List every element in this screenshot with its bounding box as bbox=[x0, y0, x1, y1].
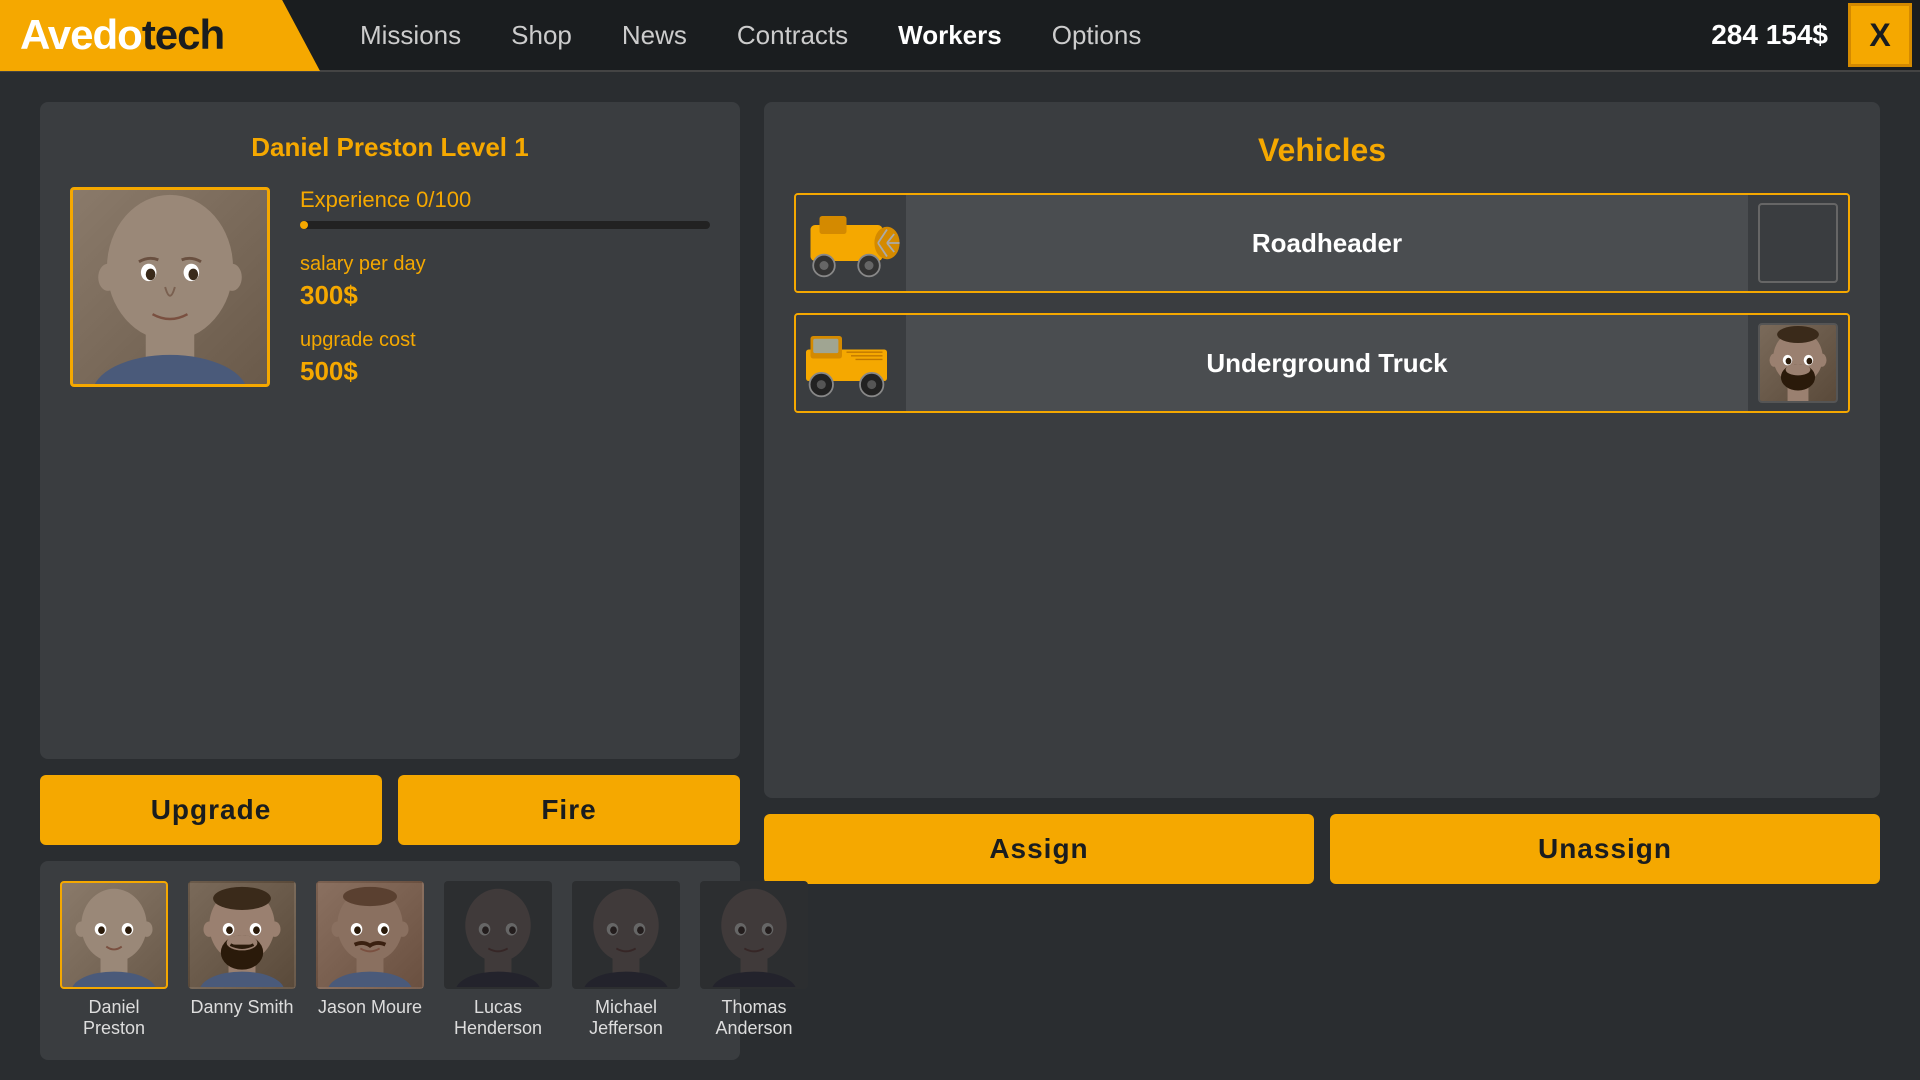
worker-thumb-face-daniel bbox=[62, 883, 166, 987]
worker-thumb-portrait-danny bbox=[188, 881, 296, 989]
logo: Avedotech bbox=[20, 11, 224, 59]
worker-name-lucas: LucasHenderson bbox=[454, 997, 542, 1040]
assign-button[interactable]: Assign bbox=[764, 814, 1314, 884]
worker-thumb-jason[interactable]: Jason Moure bbox=[316, 881, 424, 1019]
nav-news[interactable]: News bbox=[622, 20, 687, 51]
worker-name-danny: Danny Smith bbox=[190, 997, 293, 1019]
worker-thumb-danny[interactable]: Danny Smith bbox=[188, 881, 296, 1019]
vehicle-worker-truck bbox=[1748, 315, 1848, 411]
nav-links: Missions Shop News Contracts Workers Opt… bbox=[360, 20, 1711, 51]
experience-label: Experience 0/100 bbox=[300, 187, 710, 213]
main-content: Daniel Preston Level 1 bbox=[0, 72, 1920, 1080]
balance-display: 284 154$ bbox=[1711, 19, 1828, 51]
vehicle-worker-portrait-danny bbox=[1758, 323, 1838, 403]
worker-thumb-lucas[interactable]: LucasHenderson bbox=[444, 881, 552, 1040]
vehicle-row-roadheader[interactable]: Roadheader bbox=[794, 193, 1850, 293]
salary-label: salary per day bbox=[300, 253, 710, 276]
right-panel: Vehicles bbox=[764, 102, 1880, 1060]
worker-thumb-portrait-thomas bbox=[700, 881, 808, 989]
vehicle-action-buttons: Assign Unassign bbox=[764, 814, 1880, 884]
close-button[interactable]: X bbox=[1848, 3, 1912, 67]
logo-area: Avedotech bbox=[0, 0, 320, 71]
vehicle-worker-face-svg bbox=[1760, 325, 1836, 401]
worker-thumb-portrait-jason bbox=[316, 881, 424, 989]
vehicle-name-truck: Underground Truck bbox=[906, 348, 1748, 379]
nav-missions[interactable]: Missions bbox=[360, 20, 461, 51]
worker-thumb-face-lucas bbox=[446, 883, 550, 987]
logo-accent: tech bbox=[142, 11, 224, 58]
vehicle-worker-portrait-empty bbox=[1758, 203, 1838, 283]
nav-workers[interactable]: Workers bbox=[898, 20, 1002, 51]
upgrade-button[interactable]: Upgrade bbox=[40, 775, 382, 845]
worker-portrait bbox=[70, 187, 270, 387]
experience-bar bbox=[300, 221, 710, 229]
left-panel: Daniel Preston Level 1 bbox=[40, 102, 740, 1060]
experience-fill bbox=[300, 221, 308, 229]
salary-value: 300$ bbox=[300, 280, 710, 311]
topbar: Avedotech Missions Shop News Contracts W… bbox=[0, 0, 1920, 72]
logo-main: Avedo bbox=[20, 11, 142, 58]
vehicles-card: Vehicles bbox=[764, 102, 1880, 798]
worker-thumb-portrait-lucas bbox=[444, 881, 552, 989]
nav-contracts[interactable]: Contracts bbox=[737, 20, 848, 51]
worker-face-svg bbox=[73, 190, 267, 384]
fire-button[interactable]: Fire bbox=[398, 775, 740, 845]
worker-thumb-face-thomas bbox=[702, 883, 806, 987]
unassign-button[interactable]: Unassign bbox=[1330, 814, 1880, 884]
worker-thumb-face-danny bbox=[190, 883, 294, 987]
vehicle-thumb-roadheader bbox=[796, 195, 906, 291]
worker-name-jason: Jason Moure bbox=[318, 997, 422, 1019]
nav-options[interactable]: Options bbox=[1052, 20, 1142, 51]
worker-thumb-michael[interactable]: MichaelJefferson bbox=[572, 881, 680, 1040]
upgrade-cost-label: upgrade cost bbox=[300, 329, 710, 352]
nav-shop[interactable]: Shop bbox=[511, 20, 572, 51]
vehicle-row-truck[interactable]: Underground Truck bbox=[794, 313, 1850, 413]
worker-detail-card: Daniel Preston Level 1 bbox=[40, 102, 740, 759]
worker-thumb-portrait-michael bbox=[572, 881, 680, 989]
vehicles-title: Vehicles bbox=[794, 132, 1850, 169]
vehicle-name-roadheader: Roadheader bbox=[906, 228, 1748, 259]
worker-stats: Experience 0/100 salary per day 300$ upg… bbox=[300, 187, 710, 405]
worker-name-daniel: Daniel Preston bbox=[60, 997, 168, 1040]
truck-icon bbox=[801, 318, 901, 408]
worker-list: Daniel Preston bbox=[40, 861, 740, 1060]
worker-info: Experience 0/100 salary per day 300$ upg… bbox=[70, 187, 710, 405]
roadheader-icon bbox=[801, 198, 901, 288]
worker-thumb-face-michael bbox=[574, 883, 678, 987]
bottom-spacer bbox=[764, 900, 1880, 1060]
worker-thumb-face-jason bbox=[318, 883, 422, 987]
worker-name-level: Daniel Preston Level 1 bbox=[70, 132, 710, 163]
vehicle-thumb-truck bbox=[796, 315, 906, 411]
worker-action-buttons: Upgrade Fire bbox=[40, 775, 740, 845]
worker-thumb-portrait-daniel bbox=[60, 881, 168, 989]
upgrade-cost-value: 500$ bbox=[300, 356, 710, 387]
worker-name-michael: MichaelJefferson bbox=[589, 997, 663, 1040]
worker-thumb-daniel[interactable]: Daniel Preston bbox=[60, 881, 168, 1040]
vehicle-worker-roadheader bbox=[1748, 195, 1848, 291]
